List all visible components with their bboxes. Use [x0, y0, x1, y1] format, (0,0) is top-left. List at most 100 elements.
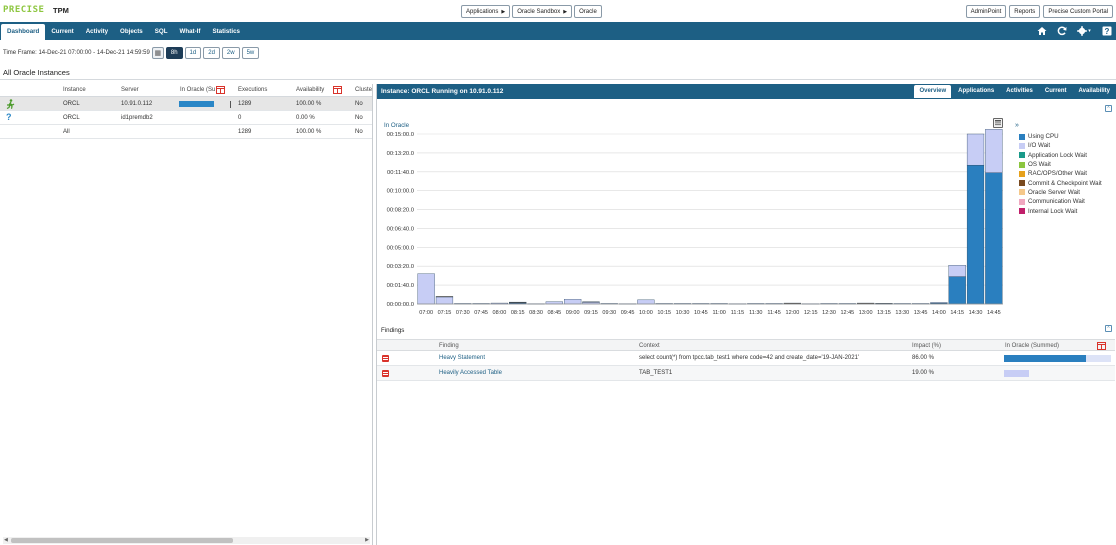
x-tick-label: 14:00 — [932, 310, 946, 316]
divider — [230, 101, 231, 108]
x-tick-label: 11:00 — [712, 310, 725, 316]
legend-item[interactable]: Communication Wait — [1019, 197, 1102, 206]
cluster-value: No — [355, 101, 363, 107]
timeframe-5w-button[interactable]: 5w — [241, 47, 260, 59]
tab-statistics[interactable]: Statistics — [206, 24, 246, 40]
bar-segment[interactable] — [857, 302, 875, 304]
help-icon[interactable]: ? — [1101, 25, 1112, 36]
timeframe-1d-button[interactable]: 1d — [184, 47, 202, 59]
legend-label: Commit & Checkpoint Wait — [1028, 179, 1102, 187]
expand-legend-icon[interactable]: » — [1015, 122, 1019, 129]
top-right-buttons: AdminPoint Reports Precise Custom Portal — [965, 5, 1113, 18]
timeframe-8h-button[interactable]: 8h — [165, 47, 183, 59]
y-tick-label: 00:00:00.0 — [387, 302, 414, 308]
column-chooser-icon[interactable] — [333, 86, 342, 96]
timeframe-2d-button[interactable]: 2d — [203, 47, 220, 59]
column-header-in-oracle[interactable]: In Oracle (Su — [180, 87, 215, 93]
tab-current[interactable]: Current — [1040, 85, 1072, 98]
logo-text: PRECISE — [3, 5, 45, 15]
nav-tabs: Dashboard Current Activity Objects SQL W… — [1, 24, 246, 40]
legend-item[interactable]: OS Wait — [1019, 160, 1102, 169]
bar-segment[interactable] — [435, 296, 454, 305]
bar-segment[interactable] — [509, 301, 527, 303]
refresh-icon[interactable] — [1056, 25, 1067, 36]
column-chooser-icon[interactable] — [216, 86, 225, 96]
finding-name[interactable]: Heavily Accessed Table — [439, 370, 502, 376]
tab-current[interactable]: Current — [45, 24, 79, 40]
breadcrumb-applications[interactable]: Applications ▶ — [461, 5, 511, 18]
column-header-executions[interactable]: Executions — [238, 87, 267, 93]
collapse-findings-icon[interactable]: ⌃ — [1105, 325, 1112, 332]
tab-applications[interactable]: Applications — [953, 85, 999, 98]
timeframe-bar: Time Frame: 14-Dec-21 07:00:00 - 14-Dec-… — [3, 46, 260, 60]
table-row[interactable]: All 1289 100.00 % No — [0, 125, 372, 139]
tab-availability[interactable]: Availability — [1074, 85, 1115, 98]
chart-legend: Using CPU I/O Wait Application Lock Wait OS… — [1019, 132, 1102, 216]
legend-item[interactable]: Commit & Checkpoint Wait — [1019, 178, 1102, 187]
x-tick-label: 12:45 — [840, 310, 854, 316]
finding-severity-icon — [382, 355, 389, 362]
bar-segment[interactable] — [564, 299, 582, 305]
reports-button[interactable]: Reports — [1009, 5, 1041, 18]
horizontal-scrollbar[interactable]: ◀ ▶ — [3, 537, 370, 544]
tab-activity[interactable]: Activity — [80, 24, 114, 40]
finding-row[interactable]: Heavy Statement select count(*) from tpc… — [377, 351, 1115, 366]
tab-what-if[interactable]: What-If — [173, 24, 206, 40]
home-icon[interactable] — [1036, 25, 1047, 36]
bar-segment[interactable] — [417, 273, 435, 305]
executions-value: 0 — [238, 115, 242, 121]
bar-segment[interactable] — [582, 301, 600, 303]
calendar-icon[interactable]: ▦ — [151, 47, 164, 59]
finding-name[interactable]: Heavy Statement — [439, 355, 485, 361]
bar-segment[interactable] — [783, 302, 802, 304]
bar-segment[interactable] — [966, 133, 985, 166]
bar-segment[interactable] — [930, 302, 948, 304]
scroll-right-icon[interactable]: ▶ — [365, 537, 369, 543]
column-header-cluster[interactable]: Cluste — [355, 87, 372, 93]
column-header-in-oracle-summed[interactable]: In Oracle (Summed) — [1005, 343, 1059, 349]
chart-options-icon[interactable] — [993, 118, 1003, 128]
timeframe-label: Time Frame: 14-Dec-21 07:00:00 - 14-Dec-… — [3, 50, 150, 56]
settings-icon[interactable]: ▾ — [1076, 25, 1092, 36]
column-header-impact[interactable]: Impact (%) — [912, 343, 941, 349]
tab-dashboard[interactable]: Dashboard — [1, 24, 46, 40]
legend-item[interactable]: Internal Lock Wait — [1019, 206, 1102, 215]
bar-segment[interactable] — [948, 265, 966, 277]
legend-item[interactable]: Using CPU — [1019, 132, 1102, 141]
timeframe-2w-button[interactable]: 2w — [221, 47, 240, 59]
cluster-value: No — [355, 115, 363, 121]
chevron-down-icon: ▾ — [1088, 27, 1091, 34]
legend-item[interactable]: Application Lock Wait — [1019, 151, 1102, 160]
legend-item[interactable]: I/O Wait — [1019, 141, 1102, 150]
scroll-left-icon[interactable]: ◀ — [4, 537, 8, 543]
bar-segment[interactable] — [985, 172, 1003, 305]
bar-segment[interactable] — [637, 299, 655, 305]
table-row[interactable]: ORCL 10.91.0.112 1289 100.00 % No — [0, 97, 372, 111]
tab-objects[interactable]: Objects — [114, 24, 149, 40]
legend-item[interactable]: Oracle Server Wait — [1019, 188, 1102, 197]
breadcrumb-oracle[interactable]: Oracle — [574, 5, 602, 18]
custom-portal-button[interactable]: Precise Custom Portal — [1043, 5, 1113, 18]
scrollbar-thumb[interactable] — [11, 538, 233, 543]
tab-sql[interactable]: SQL — [149, 24, 174, 40]
tab-activities[interactable]: Activities — [1001, 85, 1038, 98]
column-header-server[interactable]: Server — [121, 87, 139, 93]
column-header-availability[interactable]: Availability — [296, 87, 324, 93]
column-header-finding[interactable]: Finding — [439, 343, 459, 349]
bar-segment[interactable] — [966, 164, 985, 305]
legend-swatch — [1019, 133, 1025, 140]
adminpoint-button[interactable]: AdminPoint — [965, 5, 1007, 18]
bar-segment[interactable] — [435, 296, 454, 298]
legend-item[interactable]: RAC/OPS/Other Wait — [1019, 169, 1102, 178]
collapse-chart-icon[interactable]: ⌃ — [1105, 105, 1112, 112]
product-name: TPM — [53, 6, 69, 15]
finding-row[interactable]: Heavily Accessed Table TAB_TEST1 19.00 % — [377, 366, 1115, 381]
table-row[interactable]: ? ORCL id1premdb2 0 0.00 % No — [0, 111, 372, 125]
column-header-context[interactable]: Context — [639, 343, 660, 349]
bar-segment[interactable] — [948, 276, 966, 305]
bar-segment[interactable] — [985, 129, 1003, 173]
column-header-instance[interactable]: Instance — [63, 87, 86, 93]
tab-overview[interactable]: Overview — [914, 85, 952, 98]
breadcrumb-oracle-sandbox[interactable]: Oracle Sandbox ▶ — [512, 5, 573, 18]
legend-label: Application Lock Wait — [1028, 151, 1087, 159]
